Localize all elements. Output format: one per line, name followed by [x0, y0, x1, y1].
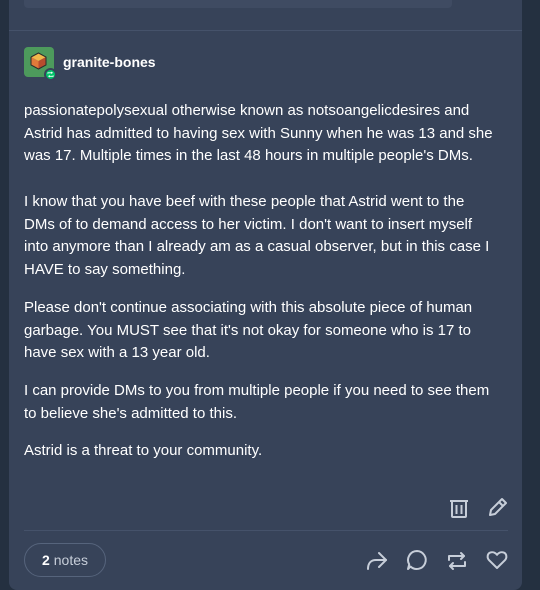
post-text-line: I can provide DMs to you from multiple p…: [24, 382, 490, 399]
post-text-line: garbage. You MUST see that it's not okay…: [24, 321, 472, 339]
notes-label: notes: [53, 552, 89, 568]
heart-icon[interactable]: [485, 548, 509, 572]
reblog-badge-icon: [44, 68, 57, 81]
divider: [9, 30, 522, 31]
cube-avatar-icon: [30, 52, 47, 70]
notes-count: 2: [41, 552, 50, 568]
post-text-line: passionatepolysexual otherwise known as …: [24, 102, 470, 119]
post-paragraph: Please don't continue associating with t…: [24, 297, 514, 365]
post-paragraph: I know that you have beef with these peo…: [24, 191, 514, 282]
notes-button[interactable]: 2 notes: [24, 543, 106, 577]
post-paragraph: passionatepolysexual otherwise known as …: [24, 100, 514, 168]
post-text-line: Astrid is a threat to your community.: [24, 442, 263, 459]
share-icon[interactable]: [365, 549, 389, 573]
trash-icon[interactable]: [447, 496, 471, 520]
post-text-line: into anymore than I already am as a casu…: [24, 238, 490, 256]
post-text-line: Astrid has admitted to having sex with S…: [24, 124, 493, 142]
previous-post-fragment: [24, 0, 452, 8]
post-text-line: to believe she's admitted to this.: [24, 404, 237, 422]
post-paragraph: I can provide DMs to you from multiple p…: [24, 380, 514, 425]
post-text-line: Please don't continue associating with t…: [24, 299, 473, 316]
reblog-icon[interactable]: [445, 549, 469, 573]
post-card: [9, 0, 522, 590]
post-text-line: DMs of to demand access to her victim. I…: [24, 215, 473, 233]
post-text-line: HAVE to say something.: [24, 261, 186, 279]
post-text-line: I know that you have beef with these peo…: [24, 193, 465, 210]
post-paragraph: Astrid is a threat to your community.: [24, 440, 514, 463]
divider: [24, 530, 508, 531]
pencil-icon[interactable]: [486, 495, 510, 519]
post-text-line: have sex with a 13 year old.: [24, 344, 210, 362]
post-username[interactable]: granite-bones: [63, 54, 156, 70]
post-text-line: was 17. Multiple times in the last 48 ho…: [24, 147, 473, 165]
reply-icon[interactable]: [405, 548, 429, 572]
